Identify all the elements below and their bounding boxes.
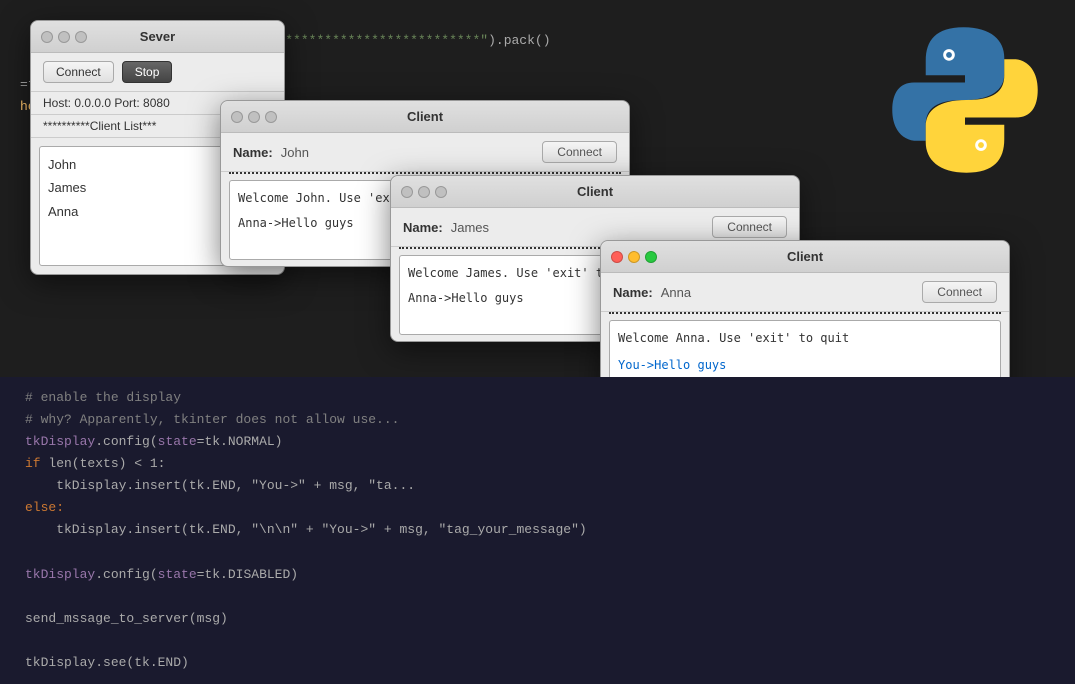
client-anna-titlebar: Client bbox=[601, 241, 1009, 273]
anna-name-row: Name: Anna Connect bbox=[601, 273, 1009, 312]
anna-msg-you: You->Hello guys bbox=[618, 356, 992, 375]
bottom-code-7: tkDisplay.insert(tk.END, "\n\n" + "You->… bbox=[25, 519, 1050, 541]
client-james-title: Client bbox=[577, 184, 613, 199]
client-john-title: Client bbox=[407, 109, 443, 124]
stop-button[interactable]: Stop bbox=[122, 61, 173, 83]
john-connect-btn[interactable]: Connect bbox=[542, 141, 617, 163]
john-tl-2[interactable] bbox=[248, 111, 260, 123]
server-tl-green[interactable] bbox=[75, 31, 87, 43]
bottom-code-2: # why? Apparently, tkinter does not allo… bbox=[25, 409, 1050, 431]
client-james-traffic-lights bbox=[401, 186, 447, 198]
connect-button[interactable]: Connect bbox=[43, 61, 114, 83]
server-tl-red[interactable] bbox=[41, 31, 53, 43]
bottom-code-6: else: bbox=[25, 497, 1050, 519]
john-separator bbox=[229, 172, 621, 174]
server-tl-yellow[interactable] bbox=[58, 31, 70, 43]
bottom-code-10 bbox=[25, 586, 1050, 608]
client-john-titlebar: Client bbox=[221, 101, 629, 133]
bottom-code: # enable the display # why? Apparently, … bbox=[0, 377, 1075, 684]
bottom-code-4: if len(texts) < 1: bbox=[25, 453, 1050, 475]
james-tl-1[interactable] bbox=[401, 186, 413, 198]
james-name-value: James bbox=[451, 220, 705, 235]
john-name-label: Name: bbox=[233, 145, 273, 160]
anna-name-label: Name: bbox=[613, 285, 653, 300]
server-controls: Connect Stop bbox=[31, 53, 284, 92]
james-connect-btn[interactable]: Connect bbox=[712, 216, 787, 238]
john-tl-1[interactable] bbox=[231, 111, 243, 123]
john-name-row: Name: John Connect bbox=[221, 133, 629, 172]
bottom-code-1: # enable the display bbox=[25, 387, 1050, 409]
james-tl-3[interactable] bbox=[435, 186, 447, 198]
james-name-label: Name: bbox=[403, 220, 443, 235]
bottom-code-3: tkDisplay.config(state=tk.NORMAL) bbox=[25, 431, 1050, 453]
client-james-titlebar: Client bbox=[391, 176, 799, 208]
john-tl-3[interactable] bbox=[265, 111, 277, 123]
anna-tl-red[interactable] bbox=[611, 251, 623, 263]
client-anna-traffic-lights bbox=[611, 251, 657, 263]
bottom-code-12 bbox=[25, 630, 1050, 652]
bottom-code-9: tkDisplay.config(state=tk.DISABLED) bbox=[25, 564, 1050, 586]
bottom-code-13: tkDisplay.see(tk.END) bbox=[25, 652, 1050, 674]
anna-msg-welcome: Welcome Anna. Use 'exit' to quit bbox=[618, 329, 992, 348]
client-john-traffic-lights bbox=[231, 111, 277, 123]
james-tl-2[interactable] bbox=[418, 186, 430, 198]
anna-name-value: Anna bbox=[661, 285, 915, 300]
python-logo bbox=[885, 20, 1045, 180]
anna-connect-btn[interactable]: Connect bbox=[922, 281, 997, 303]
anna-tl-yellow[interactable] bbox=[628, 251, 640, 263]
bottom-code-11: send_mssage_to_server(msg) bbox=[25, 608, 1050, 630]
server-traffic-lights bbox=[41, 31, 87, 43]
john-name-value: John bbox=[281, 145, 535, 160]
anna-tl-green[interactable] bbox=[645, 251, 657, 263]
server-title: Sever bbox=[140, 29, 175, 44]
client-anna-title: Client bbox=[787, 249, 823, 264]
bottom-code-8 bbox=[25, 541, 1050, 563]
server-titlebar: Sever bbox=[31, 21, 284, 53]
bottom-code-5: tkDisplay.insert(tk.END, "You->" + msg, … bbox=[25, 475, 1050, 497]
anna-separator bbox=[609, 312, 1001, 314]
